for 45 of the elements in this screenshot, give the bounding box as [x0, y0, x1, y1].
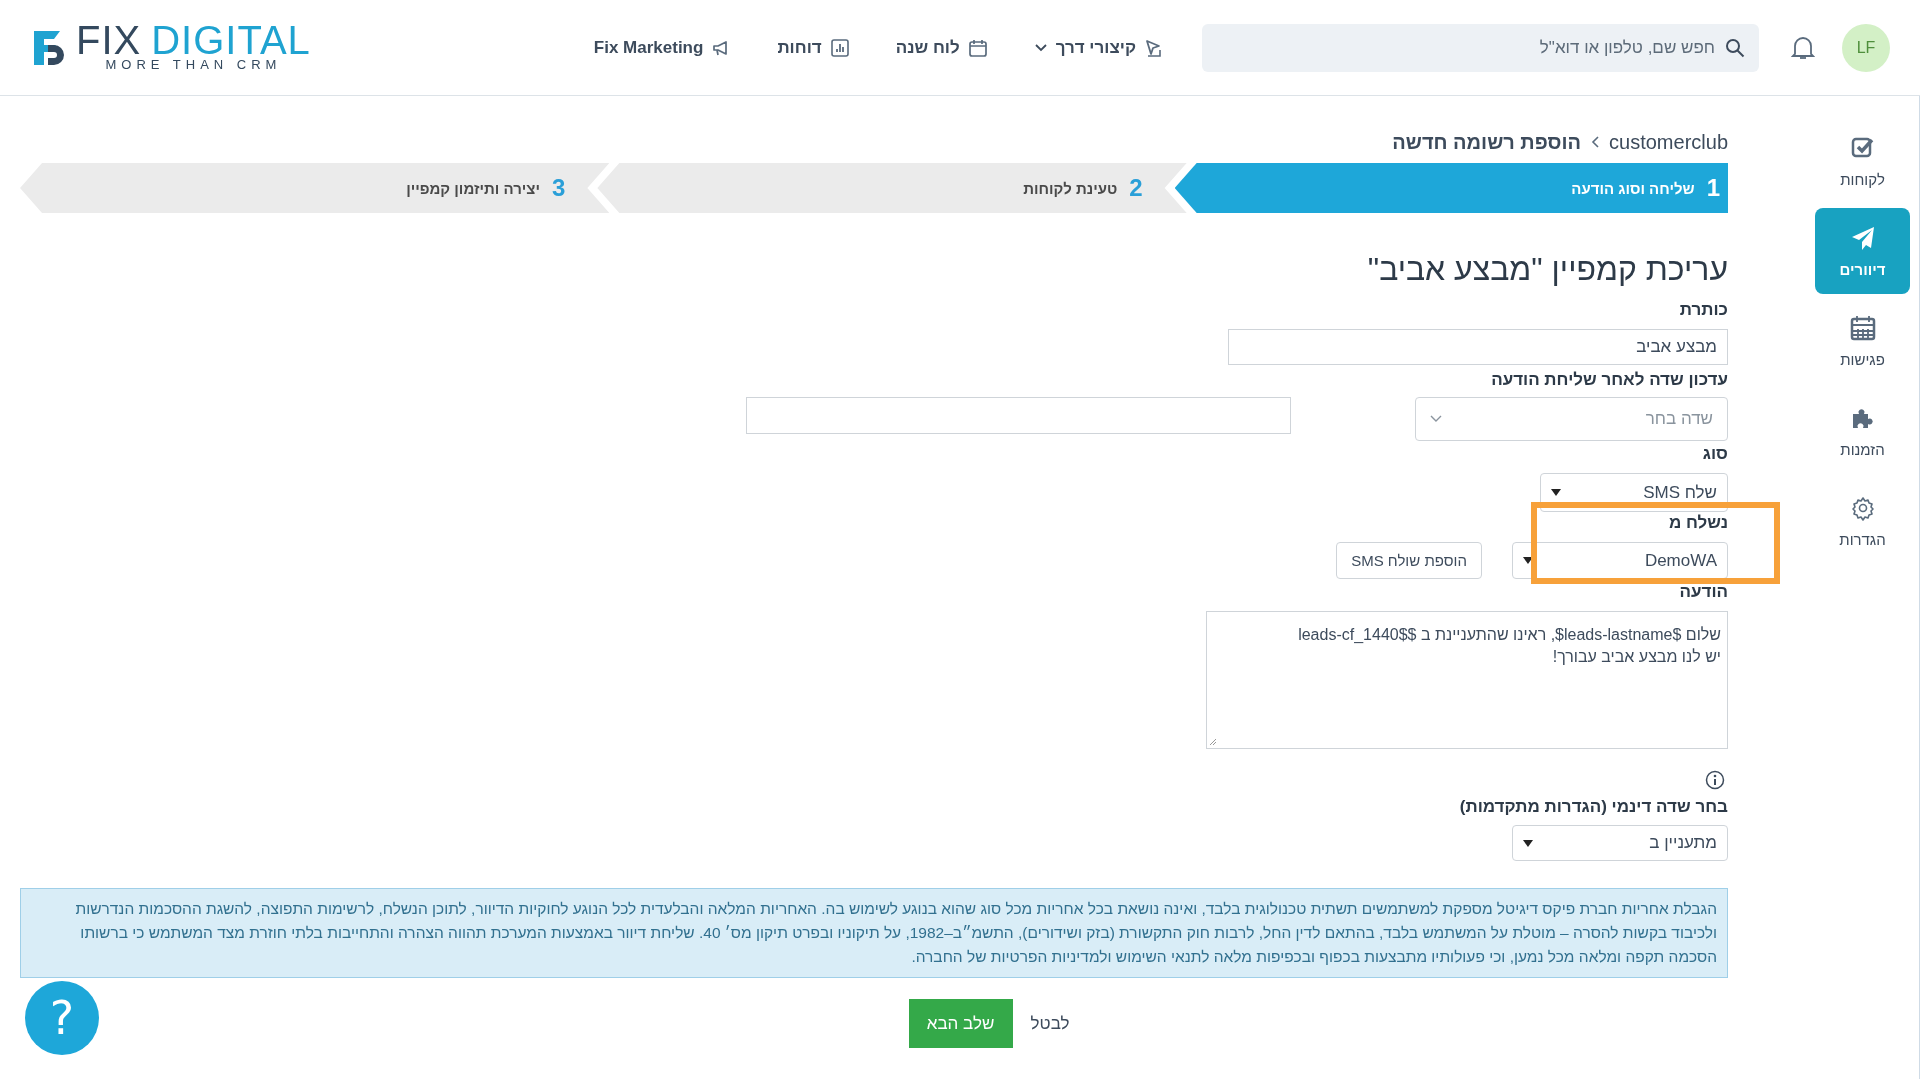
chevron-left-icon — [1591, 136, 1600, 148]
sidebar-item[interactable]: הזמנות — [1815, 388, 1910, 474]
logo-tagline: MORE THAN CRM — [105, 57, 282, 72]
cancel-link[interactable]: לבטל — [1030, 1013, 1070, 1034]
field-label: עדכון שדה לאחר שליחת הודעה — [1490, 369, 1728, 391]
info-icon[interactable] — [1705, 770, 1725, 790]
text-field[interactable] — [746, 397, 1291, 434]
sender-select[interactable]: DemoWA — [1512, 542, 1728, 579]
breadcrumb-link[interactable]: customerclub — [1609, 130, 1728, 154]
sidebar-item[interactable]: הגדרות — [1815, 478, 1910, 564]
field-label: סוג — [1701, 443, 1728, 465]
message-field[interactable]: שלום $leads-lastname$, ראינו שהתעניינת ב $$leads-cf_1440 יש לנו מבצע אביב עבורך! — [1206, 611, 1728, 749]
bell-icon[interactable] — [1791, 34, 1815, 61]
search-field[interactable]: חפש שם, טלפון או דוא"ל — [1202, 23, 1759, 72]
settings-icon — [1849, 494, 1876, 521]
cursor-icon — [1144, 37, 1164, 58]
caret-icon — [1523, 557, 1533, 564]
page-title: עריכת קמפיין "מבצע אביב" — [1366, 250, 1728, 289]
breadcrumb-current: הוספת רשומה חדשה — [1392, 130, 1582, 154]
field-label: נשלח מ — [1667, 512, 1728, 534]
nav-link[interactable]: קיצורי דרך — [1033, 37, 1164, 58]
sidebar-item[interactable]: פגישות — [1815, 298, 1910, 384]
caret-icon — [1551, 489, 1561, 496]
logo-text: DIGITAL — [151, 23, 311, 57]
field-label: כותרת — [1678, 299, 1728, 321]
field-label: הודעה — [1678, 581, 1728, 603]
caret-icon — [1523, 839, 1533, 847]
add-sender-button[interactable]: הוספת שולח SMS — [1336, 542, 1482, 579]
search-icon — [1725, 37, 1745, 58]
chevron-down-icon — [1033, 42, 1048, 53]
dynamic-field-select[interactable]: מתעניין ב — [1512, 825, 1728, 861]
nav-link[interactable]: Fix Marketing — [593, 37, 732, 58]
resize-grip-icon — [1209, 738, 1217, 746]
logo-text: FIX — [76, 23, 142, 57]
sidebar-item[interactable]: לקוחות — [1815, 118, 1910, 204]
search-placeholder: חפש שם, טלפון או דוא"ל — [1539, 37, 1715, 58]
nav-link[interactable]: לוח שנה — [895, 37, 988, 58]
calendar-icon — [1849, 314, 1876, 341]
field-label: בחר שדה דינמי (הגדרות מתקדמות) — [1458, 796, 1728, 818]
calendar-icon — [967, 37, 988, 58]
disclaimer-notice: הגבלת אחריות חברת פיקס דיגיטל מספקת למשתמשים תשתית טכנולוגית בלבד, ואינה נושאת בכל אחריות מכל סוג שהוא בנוגע לשימוש בה. האחריות המלאה והבלעדית לכל הנוגע לחוקיות הדיוור, לתוכן הנשלח, לרשימות התפוצה, להשגת ההסכמות הנדרשות ולכיבוד בקשות להסרה – מוטלת על המשתמש בלבד, בהתאם לדין החל, לרבות חוק התקשורת (בזק ושידורים), התשמ״ב–1982, על תיקוניו ובפרט תיקון מס׳ 40. שליחת דיוור באמצעות המערכת תהווה הצהרה והתחייבות בלתי חוזרת מצד המשתמש כי ברשותו הסכמה תקפה ומלאה מכל נמען, וכי פעולותיו מתבצעות בכפוף ובכפיפות מלאה לתנאי השימוש ולמדיניות הפרטיות של החברה. — [20, 888, 1728, 978]
nav-link[interactable]: דוחות — [777, 37, 850, 58]
chevron-down-icon — [1430, 415, 1442, 423]
title-field[interactable]: מבצע אביב — [1228, 329, 1728, 365]
bar-chart-icon — [829, 37, 850, 58]
